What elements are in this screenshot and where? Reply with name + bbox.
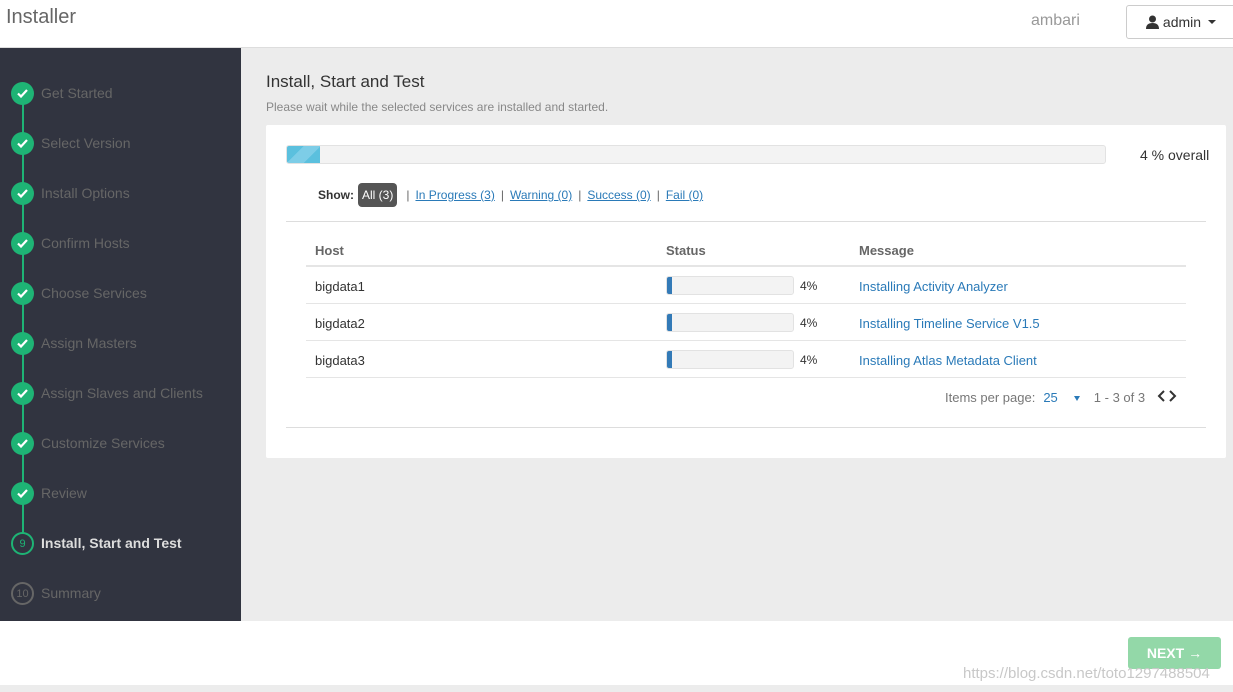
host-status-message-link[interactable]: Installing Activity Analyzer	[859, 279, 1008, 294]
page-range-text: 1 - 3 of 3	[1093, 390, 1146, 405]
install-panel: 4 % overall Show: All (3) | In Progress …	[266, 125, 1226, 458]
wizard-step[interactable]: Choose Services	[0, 278, 241, 308]
table-header-row: Host Status Message	[306, 231, 1186, 267]
table-row: bigdata1 4% Installing Activity Analyzer	[306, 267, 1186, 304]
host-progress-percent: 4%	[800, 316, 818, 330]
overall-progress-fill	[287, 146, 320, 163]
overall-progress-text: 4 % overall	[1140, 147, 1210, 163]
page-subtitle: Please wait while the selected services …	[266, 100, 609, 114]
wizard-step[interactable]: Review	[0, 478, 241, 508]
host-progress-percent: 4%	[800, 279, 818, 293]
host-progress-fill	[667, 277, 673, 294]
divider	[286, 427, 1206, 428]
checkmark-icon	[11, 232, 34, 255]
steps-progress-line	[22, 94, 24, 544]
watermark: https://blog.csdn.net/toto1297488504	[963, 665, 1210, 682]
pagination: Items per page: 25 1 - 3 of 3	[945, 390, 1177, 405]
status-filter-bar: Show: All (3) | In Progress (3) | Warnin…	[318, 183, 703, 207]
next-page-icon[interactable]	[1168, 390, 1177, 405]
wizard-step-label: Assign Slaves and Clients	[41, 385, 203, 401]
host-progress-bar	[666, 313, 794, 332]
user-name-label: admin	[1162, 14, 1202, 30]
host-status-message-link[interactable]: Installing Atlas Metadata Client	[859, 353, 1037, 368]
checkmark-icon	[11, 432, 34, 455]
host-status-message-link[interactable]: Installing Timeline Service V1.5	[859, 316, 1040, 331]
host-name: bigdata3	[315, 353, 365, 368]
wizard-steps-sidebar: Get Started Select Version Install Options…	[0, 48, 241, 621]
host-progress-percent: 4%	[800, 353, 818, 367]
main-content: Install, Start and Test Please wait whil…	[241, 48, 1233, 621]
next-button-label: NEXT	[1146, 645, 1185, 661]
host-name: bigdata2	[315, 316, 365, 331]
page-title: Install, Start and Test	[266, 72, 425, 91]
wizard-step-label: Install Options	[41, 185, 130, 201]
table-row: bigdata2 4% Installing Timeline Service V1…	[306, 304, 1186, 341]
column-header-host[interactable]: Host	[315, 243, 344, 258]
wizard-step-label: Confirm Hosts	[41, 235, 130, 251]
checkmark-icon	[11, 332, 34, 355]
wizard-step-label: Summary	[41, 585, 101, 601]
filter-separator: |	[656, 188, 660, 202]
arrow-right-icon: →	[1188, 645, 1203, 661]
host-name: bigdata1	[315, 279, 365, 294]
chevron-down-icon	[1208, 20, 1217, 24]
user-menu-button[interactable]: admin	[1126, 5, 1233, 39]
filter-separator: |	[406, 188, 410, 202]
chevron-down-icon	[1073, 396, 1080, 402]
filter-show-label: Show:	[318, 188, 354, 202]
wizard-step-label: Choose Services	[41, 285, 147, 301]
filter-fail[interactable]: Fail (0)	[666, 188, 703, 202]
step-number-badge: 9	[11, 532, 34, 555]
checkmark-icon	[11, 182, 34, 205]
cluster-name: ambari	[1031, 12, 1080, 29]
checkmark-icon	[11, 82, 34, 105]
host-progress-fill	[667, 314, 673, 331]
items-per-page-select[interactable]: 25	[1043, 390, 1080, 405]
wizard-step-label: Select Version	[41, 135, 131, 151]
wizard-step[interactable]: Confirm Hosts	[0, 228, 241, 258]
wizard-step[interactable]: Install Options	[0, 178, 241, 208]
column-header-message[interactable]: Message	[859, 243, 914, 258]
wizard-step-label: Assign Masters	[41, 335, 137, 351]
previous-page-icon[interactable]	[1157, 390, 1166, 405]
wizard-step[interactable]: 10 Summary	[0, 578, 241, 608]
wizard-step[interactable]: Customize Services	[0, 428, 241, 458]
items-per-page-value: 25	[1043, 390, 1058, 405]
host-progress-fill	[667, 351, 673, 368]
table-row: bigdata3 4% Installing Atlas Metadata Clie…	[306, 341, 1186, 378]
filter-success[interactable]: Success (0)	[587, 188, 650, 202]
app-title: Installer	[6, 6, 77, 28]
wizard-step-label: Get Started	[41, 85, 113, 101]
checkmark-icon	[11, 282, 34, 305]
checkmark-icon	[11, 382, 34, 405]
wizard-step[interactable]: Get Started	[0, 78, 241, 108]
step-number-badge: 10	[11, 582, 34, 605]
wizard-step[interactable]: Assign Masters	[0, 328, 241, 358]
wizard-step[interactable]: 9 Install, Start and Test	[0, 528, 241, 558]
wizard-step[interactable]: Select Version	[0, 128, 241, 158]
overall-progress-bar	[286, 145, 1106, 164]
filter-in-progress[interactable]: In Progress (3)	[415, 188, 494, 202]
wizard-step[interactable]: Assign Slaves and Clients	[0, 378, 241, 408]
wizard-step-label: Review	[41, 485, 87, 501]
top-navbar: Installer ambari admin	[0, 0, 1233, 48]
checkmark-icon	[11, 482, 34, 505]
filter-warning[interactable]: Warning (0)	[510, 188, 572, 202]
filter-separator: |	[578, 188, 582, 202]
checkmark-icon	[11, 132, 34, 155]
host-progress-bar	[666, 350, 794, 369]
wizard-step-label: Customize Services	[41, 435, 165, 451]
items-per-page-label: Items per page:	[945, 390, 1036, 405]
hosts-table: Host Status Message bigdata1 4% Installing…	[306, 231, 1186, 378]
bottom-strip	[0, 685, 1233, 692]
divider	[286, 221, 1206, 222]
wizard-step-label: Install, Start and Test	[41, 535, 182, 551]
host-progress-bar	[666, 276, 794, 295]
filter-all[interactable]: All (3)	[358, 183, 398, 207]
column-header-status[interactable]: Status	[666, 243, 706, 258]
filter-separator: |	[500, 188, 504, 202]
user-icon	[1145, 15, 1159, 29]
